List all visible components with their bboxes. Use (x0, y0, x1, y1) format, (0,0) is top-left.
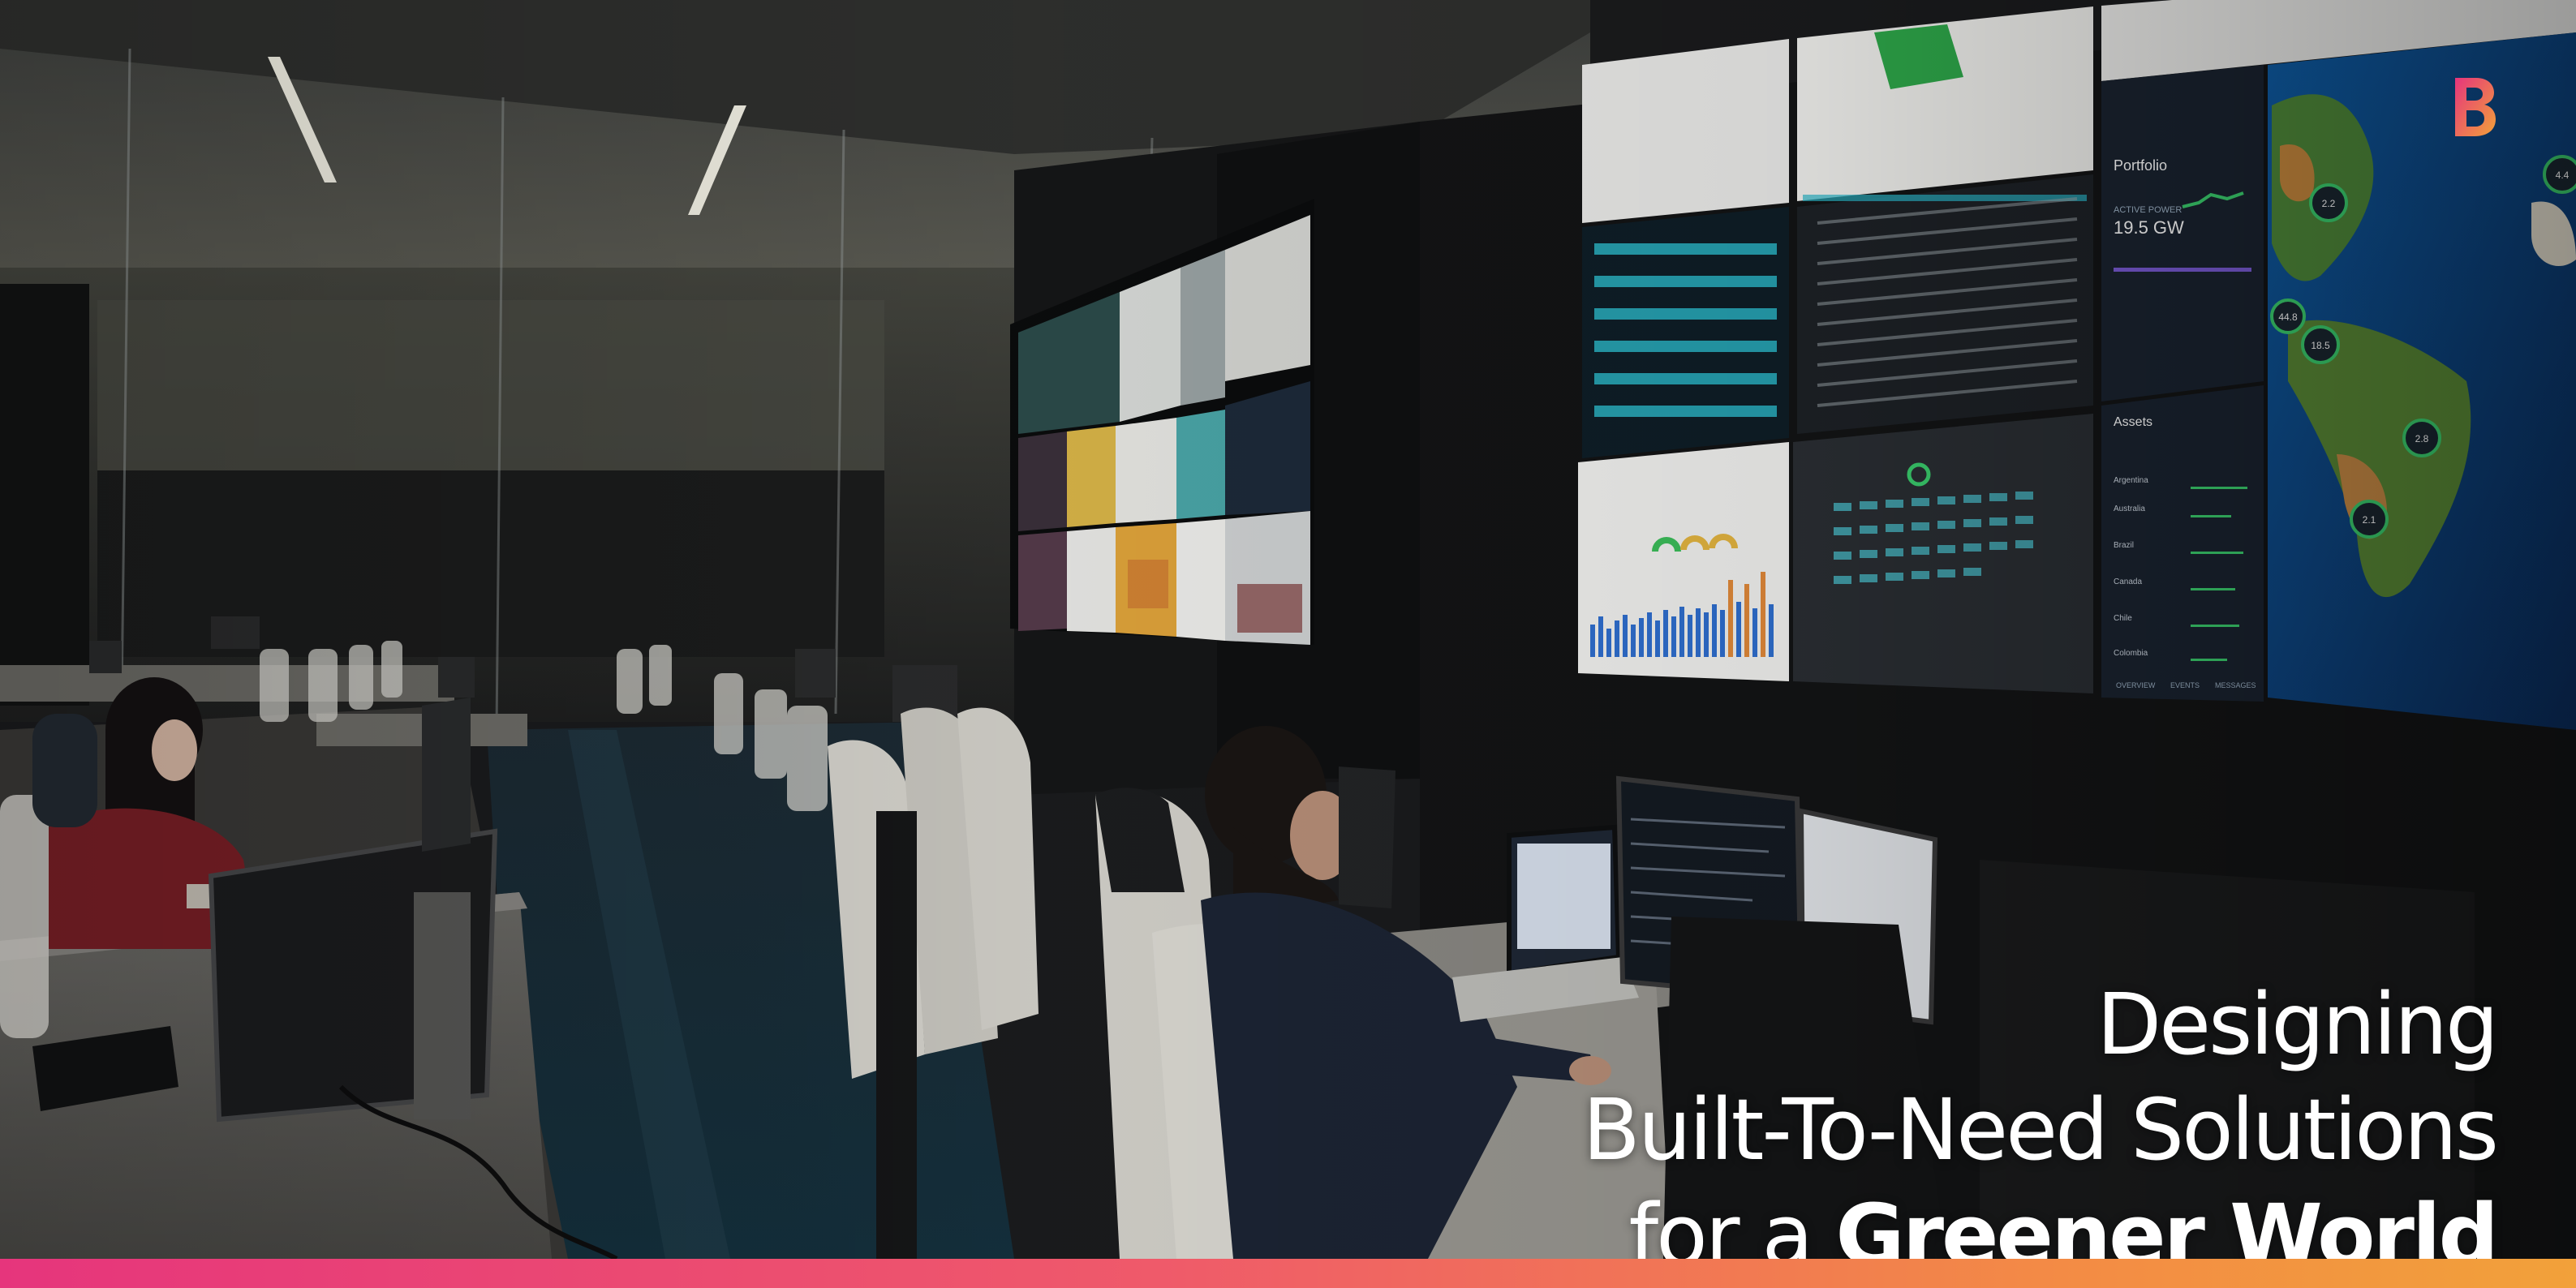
svg-text:44.8: 44.8 (2278, 311, 2298, 323)
brand-logo-icon (2452, 75, 2497, 140)
svg-text:ACTIVE POWER: ACTIVE POWER (2114, 205, 2182, 215)
svg-text:Canada: Canada (2114, 577, 2142, 586)
svg-text:Portfolio: Portfolio (2114, 157, 2167, 174)
svg-text:Colombia: Colombia (2114, 649, 2148, 658)
svg-text:2.8: 2.8 (2415, 433, 2429, 444)
svg-text:OVERVIEW: OVERVIEW (2116, 681, 2156, 689)
headline-line-2: Built-To-Need Solutions (1582, 1080, 2499, 1179)
svg-text:2.1: 2.1 (2363, 514, 2376, 526)
svg-text:18.5: 18.5 (2311, 340, 2330, 351)
svg-text:MESSAGES: MESSAGES (2215, 681, 2256, 689)
svg-text:4.4: 4.4 (2556, 170, 2570, 181)
svg-text:Assets: Assets (2114, 415, 2152, 429)
svg-text:EVENTS: EVENTS (2170, 681, 2200, 689)
svg-text:Australia: Australia (2114, 504, 2145, 513)
svg-text:Brazil: Brazil (2114, 541, 2134, 550)
svg-text:Chile: Chile (2114, 614, 2132, 623)
svg-text:2.2: 2.2 (2322, 198, 2336, 209)
headline-line-1: Designing (2096, 974, 2499, 1074)
gradient-accent-bar (0, 1259, 2576, 1288)
svg-text:Argentina: Argentina (2114, 476, 2148, 485)
hero-headline: Designing Built-To-Need Solutions for a … (1279, 972, 2499, 1288)
svg-text:19.5 GW: 19.5 GW (2114, 217, 2184, 238)
